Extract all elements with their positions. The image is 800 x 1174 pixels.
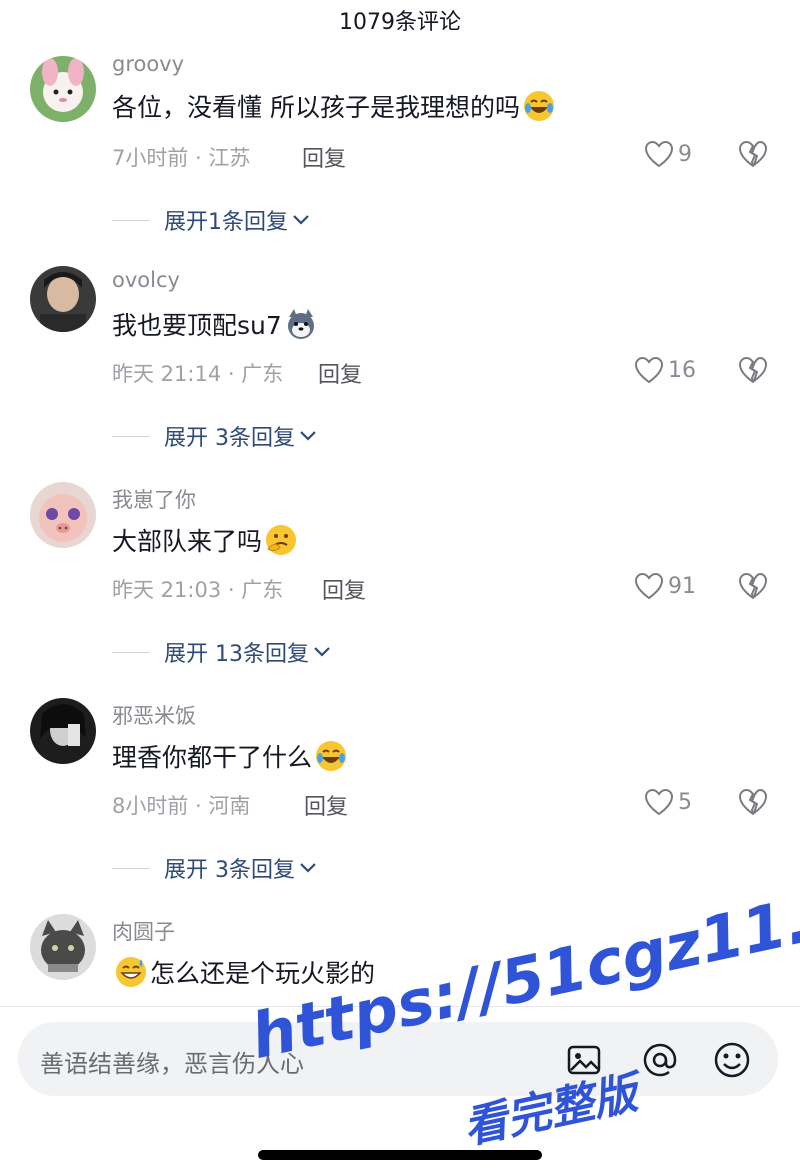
- comment-meta: 7小时前 · 江苏: [112, 146, 251, 170]
- username[interactable]: 肉圆子: [112, 916, 175, 946]
- comment-meta: 昨天 21:03 · 广东: [112, 578, 284, 602]
- chevron-down-icon: [293, 215, 309, 225]
- divider-line: [112, 219, 150, 221]
- heart-icon: [644, 140, 674, 168]
- comment-count-title: 1079条评论: [339, 10, 461, 35]
- username[interactable]: 我崽了你: [112, 484, 196, 514]
- expand-replies-button[interactable]: 展开 3条回复: [112, 420, 317, 452]
- broken-heart-icon[interactable]: [738, 140, 768, 168]
- at-mention-icon[interactable]: [640, 1040, 680, 1080]
- divider-line: [112, 867, 150, 869]
- chevron-down-icon: [300, 863, 316, 873]
- chevron-down-icon: [314, 647, 330, 657]
- comment-text: 大部队来了吗: [112, 522, 300, 558]
- like-button[interactable]: 16: [634, 356, 696, 384]
- heart-icon: [634, 356, 664, 384]
- heart-icon: [634, 572, 664, 600]
- expand-replies-button[interactable]: 展开 13条回复: [112, 636, 331, 668]
- reply-button[interactable]: 回复: [302, 141, 346, 173]
- expand-replies-button[interactable]: 展开 3条回复: [112, 852, 317, 884]
- like-button[interactable]: 5: [644, 788, 692, 816]
- husky-emoji-icon: [284, 307, 318, 341]
- laughing-crying-emoji-icon: [314, 739, 348, 773]
- comment-meta: 昨天 21:14 · 广东: [112, 362, 284, 386]
- heart-icon: [644, 788, 674, 816]
- avatar[interactable]: [30, 266, 96, 332]
- comment-text: 理香你都干了什么: [112, 738, 350, 774]
- username[interactable]: 邪恶米饭: [112, 700, 196, 730]
- thinking-emoji-icon: [264, 523, 298, 557]
- emoji-icon[interactable]: [712, 1040, 752, 1080]
- like-button[interactable]: 9: [644, 140, 692, 168]
- broken-heart-icon[interactable]: [738, 572, 768, 600]
- home-indicator[interactable]: [258, 1150, 542, 1160]
- reply-button[interactable]: 回复: [318, 357, 362, 389]
- like-count: 16: [668, 357, 696, 383]
- broken-heart-icon[interactable]: [738, 788, 768, 816]
- avatar[interactable]: [30, 698, 96, 764]
- like-button[interactable]: 91: [634, 572, 696, 600]
- like-count: 5: [678, 789, 692, 815]
- divider-line: [112, 435, 150, 437]
- comment-meta: 8小时前 · 河南: [112, 794, 251, 818]
- comment-text: 各位，没看懂 所以孩子是我理想的吗: [112, 88, 558, 124]
- comment-text: 我也要顶配su7: [112, 306, 320, 342]
- expand-replies-button[interactable]: 展开1条回复: [112, 204, 310, 236]
- username[interactable]: groovy: [112, 52, 184, 76]
- grin-sweat-emoji-icon: [114, 955, 148, 989]
- avatar[interactable]: [30, 482, 96, 548]
- chevron-down-icon: [300, 431, 316, 441]
- like-count: 9: [678, 141, 692, 167]
- avatar[interactable]: [30, 56, 96, 122]
- username[interactable]: ovolcy: [112, 268, 180, 292]
- like-count: 91: [668, 573, 696, 599]
- divider-line: [112, 651, 150, 653]
- reply-button[interactable]: 回复: [322, 573, 366, 605]
- laughing-crying-emoji-icon: [522, 89, 556, 123]
- broken-heart-icon[interactable]: [738, 356, 768, 384]
- reply-button[interactable]: 回复: [304, 789, 348, 821]
- comments-header: 1079条评论: [0, 0, 800, 40]
- avatar[interactable]: [30, 914, 96, 980]
